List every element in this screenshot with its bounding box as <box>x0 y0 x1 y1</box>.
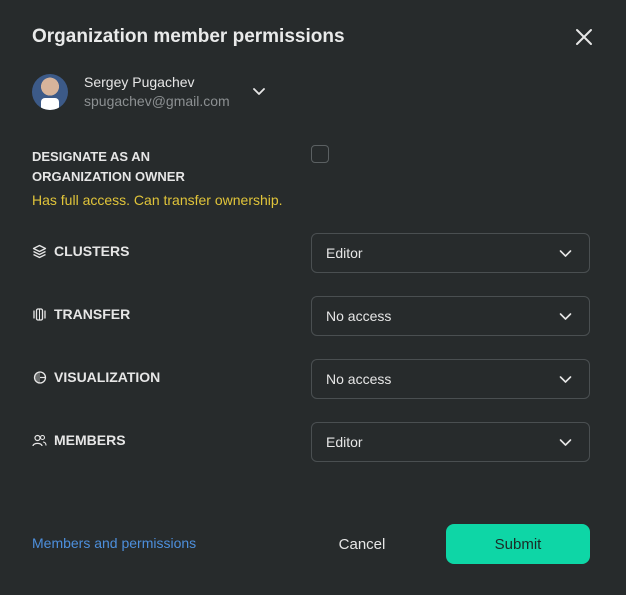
transfer-icon <box>33 307 46 321</box>
avatar <box>32 74 68 110</box>
select-value: Editor <box>326 434 363 450</box>
user-selector[interactable]: Sergey Pugachev spugachev@gmail.com <box>32 73 265 111</box>
layers-icon <box>32 244 47 258</box>
chevron-down-icon <box>559 439 572 446</box>
chevron-down-icon <box>559 250 572 257</box>
user-email: spugachev@gmail.com <box>84 93 230 109</box>
select-value: Editor <box>326 245 363 261</box>
owner-label: DESIGNATE AS AN ORGANIZATION OWNER <box>32 149 185 184</box>
cancel-button[interactable]: Cancel <box>316 524 408 564</box>
permission-row-members: MEMBERS Editor <box>32 422 590 462</box>
permission-label: MEMBERS <box>54 432 126 448</box>
select-value: No access <box>326 371 392 387</box>
select-value: No access <box>326 308 392 324</box>
user-name: Sergey Pugachev <box>84 74 195 90</box>
permission-label: VISUALIZATION <box>54 369 161 385</box>
permission-select-members[interactable]: Editor <box>311 422 590 462</box>
visualization-icon <box>33 370 47 384</box>
chevron-down-icon <box>559 313 572 320</box>
dialog-title: Organization member permissions <box>32 26 345 47</box>
permission-row-clusters: CLUSTERS Editor <box>32 233 590 273</box>
permission-select-clusters[interactable]: Editor <box>311 233 590 273</box>
submit-button[interactable]: Submit <box>446 524 590 564</box>
chevron-down-icon <box>559 376 572 383</box>
permission-select-transfer[interactable]: No access <box>311 296 590 336</box>
permission-label: CLUSTERS <box>54 243 130 259</box>
owner-checkbox[interactable] <box>311 145 329 163</box>
permission-select-visualization[interactable]: No access <box>311 359 590 399</box>
members-icon <box>32 434 47 446</box>
permission-row-transfer: TRANSFER No access <box>32 296 590 336</box>
members-permissions-link[interactable]: Members and permissions <box>32 535 196 551</box>
permission-row-visualization: VISUALIZATION No access <box>32 359 590 399</box>
close-icon[interactable] <box>573 26 595 48</box>
owner-note: Has full access. Can transfer ownership. <box>32 192 283 208</box>
chevron-down-icon[interactable] <box>252 87 266 97</box>
permission-label: TRANSFER <box>54 306 131 322</box>
